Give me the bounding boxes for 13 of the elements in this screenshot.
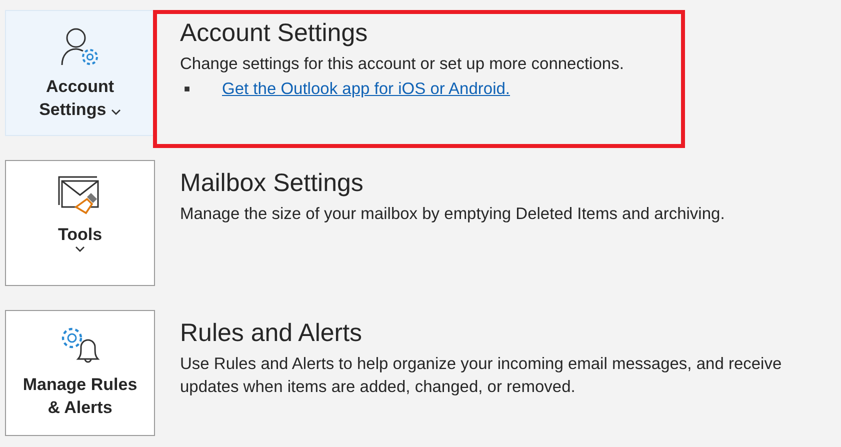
settings-tile[interactable]: Account Settings — [5, 10, 155, 136]
section-title: Account Settings — [180, 18, 369, 49]
section-title: Rules and Alerts — [180, 318, 364, 349]
settings-tile[interactable]: Manage Rules & Alerts — [5, 310, 155, 436]
bullet-marker: ■ — [183, 84, 192, 95]
section-description: Change settings for this account or set up more connections. — [180, 54, 625, 75]
section-description: Use Rules and Alerts to help organize your incoming email messages, and receive updates when items are added, changed, or removed. — [180, 354, 783, 398]
caret-icon — [75, 246, 85, 252]
caret-icon — [110, 109, 121, 115]
app-link[interactable]: Get the Outlook app for iOS or Android. — [222, 80, 510, 99]
section-description: Manage the size of your mailbox by emptying Deleted Items and archiving. — [180, 204, 726, 225]
section-title: Mailbox Settings — [180, 168, 364, 199]
settings-tile[interactable]: Tools — [5, 160, 155, 286]
